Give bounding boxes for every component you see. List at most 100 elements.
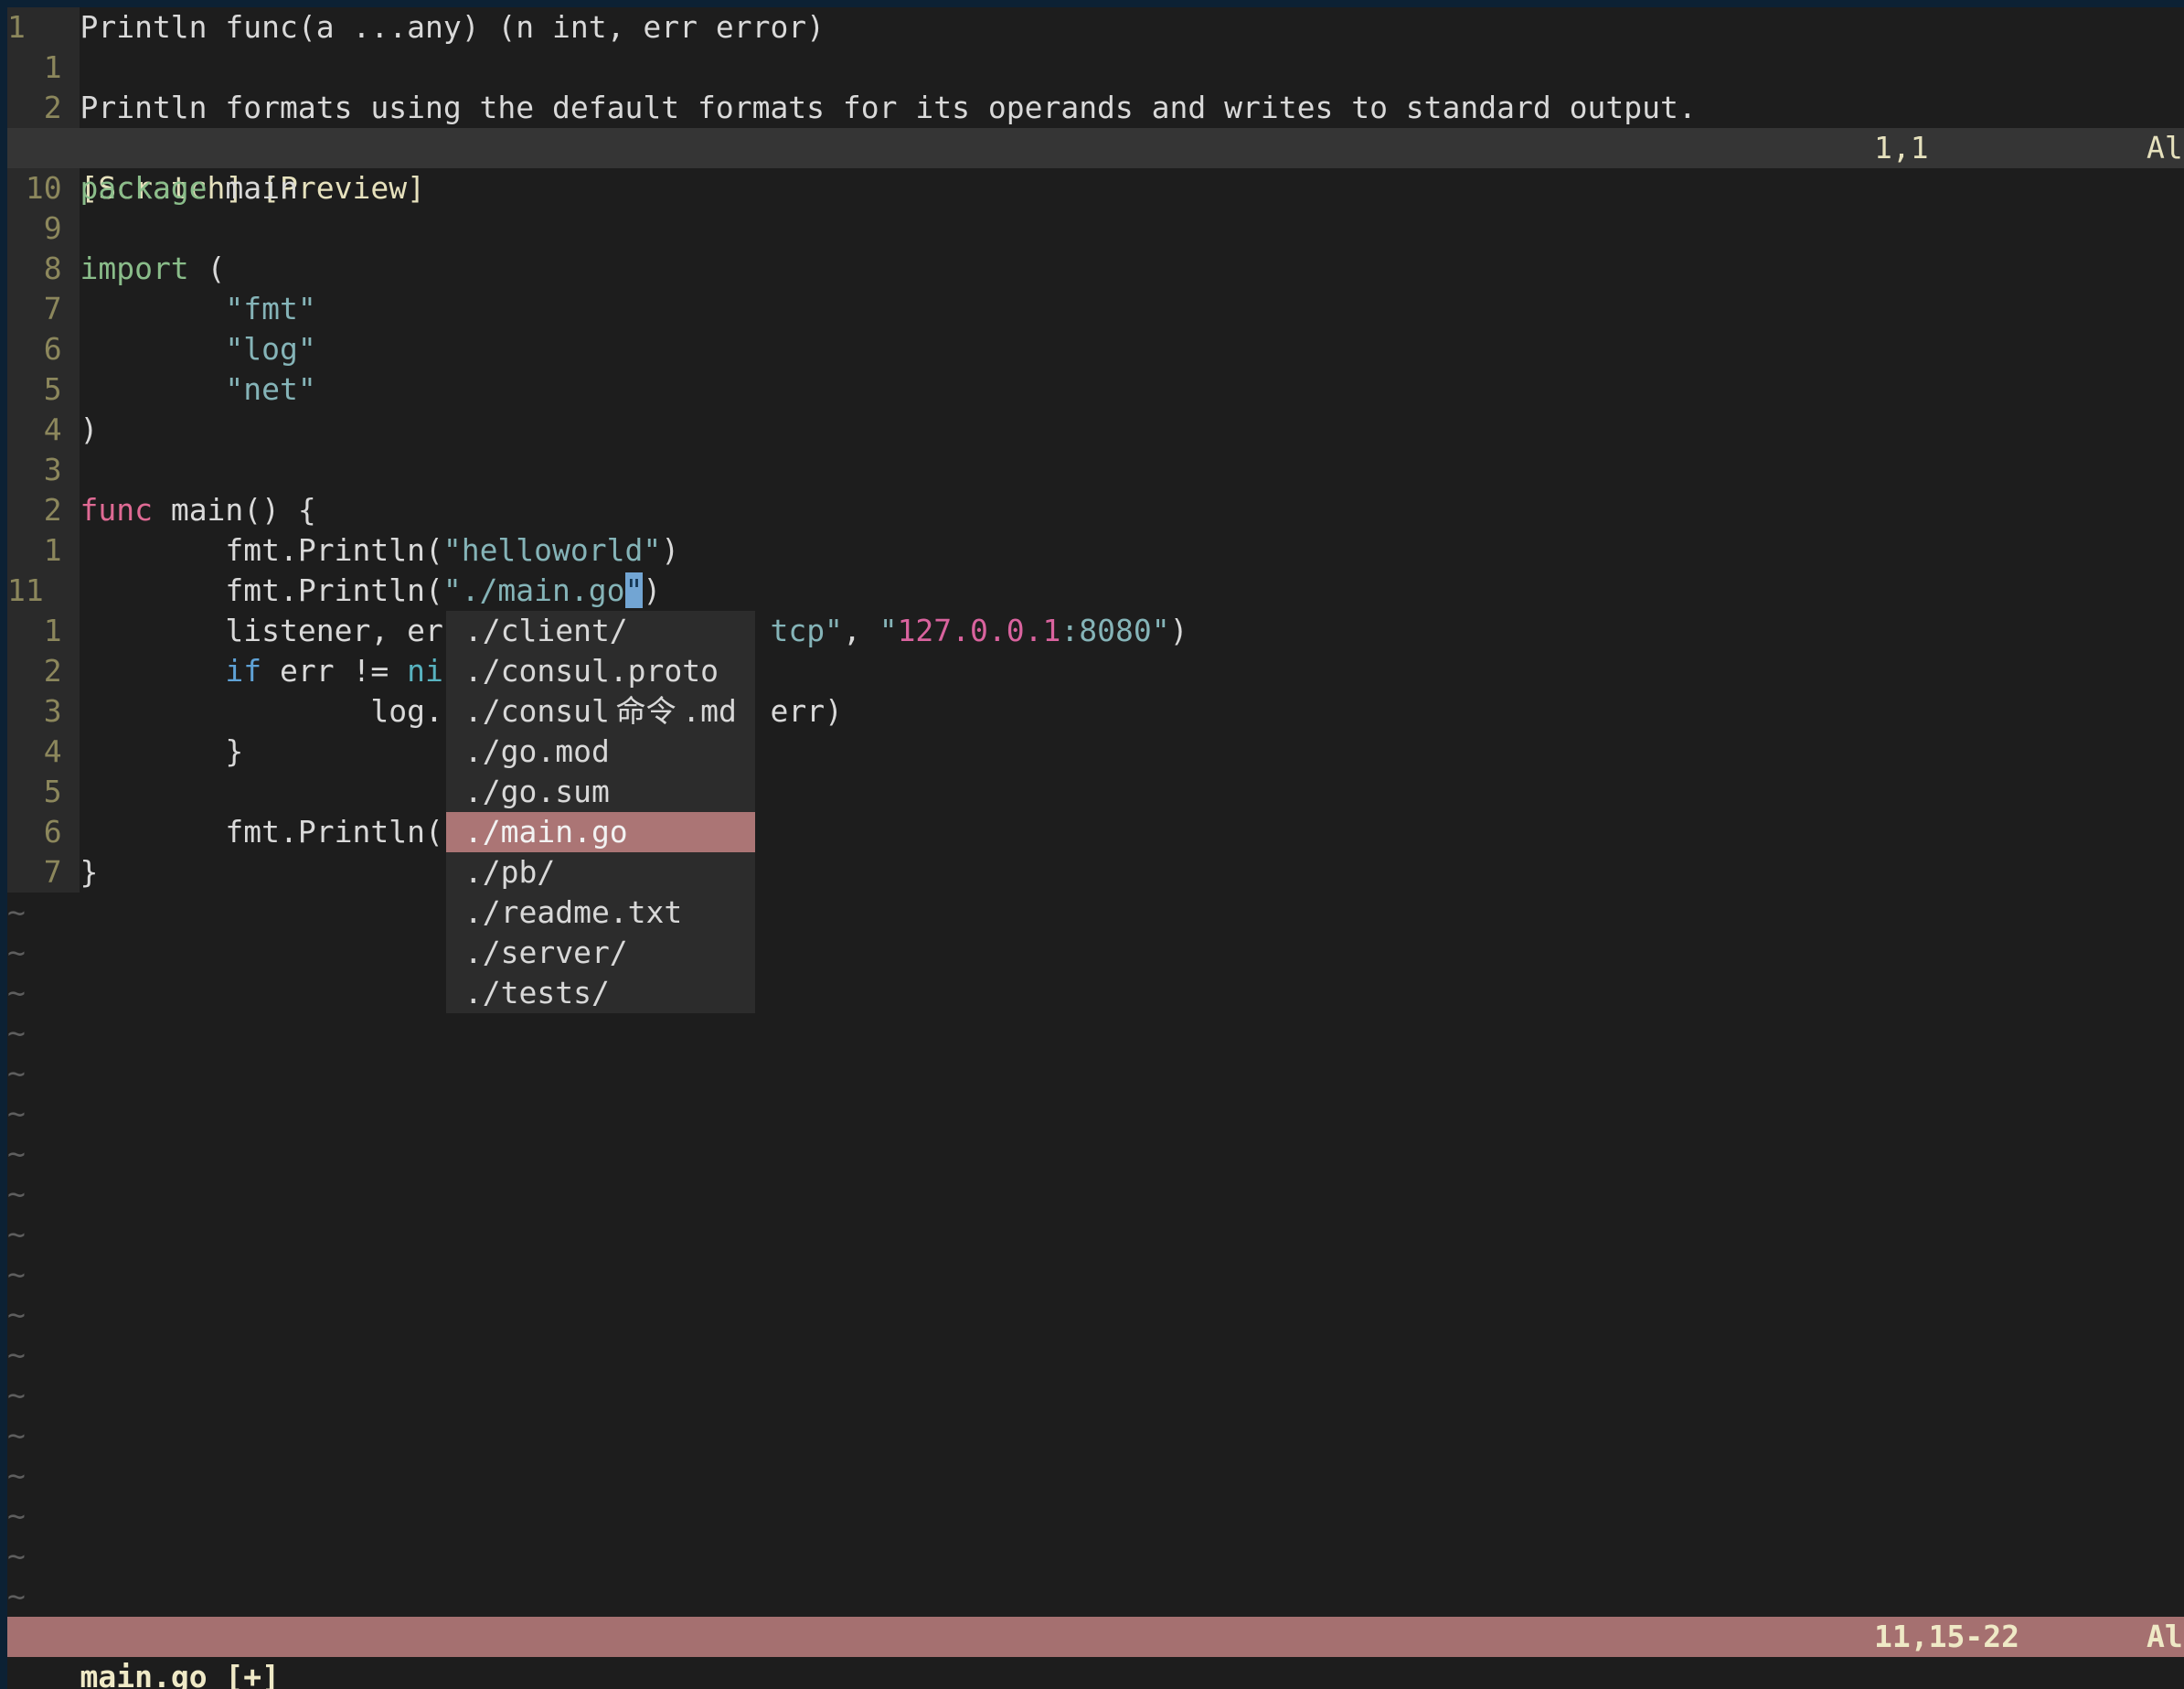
tilde-marker: ~ bbox=[7, 1176, 26, 1212]
code-text: listener, er bbox=[80, 613, 442, 648]
line-number: 4 bbox=[7, 732, 80, 772]
completion-item[interactable]: ./client/ bbox=[446, 611, 755, 651]
buffer-line[interactable]: 1 listener, er tcp", "127.0.0.1:8080") bbox=[7, 611, 2184, 651]
buffer-line[interactable]: 10 package main bbox=[7, 168, 2184, 208]
completion-item[interactable]: ./go.mod bbox=[446, 732, 755, 772]
buffer-line[interactable]: 11 fmt.Println("./main.go") bbox=[7, 571, 2184, 611]
empty-line-tilde: ~ bbox=[7, 1174, 2184, 1214]
code-text: , bbox=[843, 613, 879, 648]
line-number: 3 bbox=[7, 691, 80, 732]
tilde-marker: ~ bbox=[7, 1015, 26, 1051]
empty-line-tilde: ~ bbox=[7, 1577, 2184, 1617]
completion-item[interactable]: ./tests/ bbox=[446, 973, 755, 1013]
code-text: Println formats using the default format… bbox=[80, 90, 1696, 125]
ruler-position: 11,15-22 bbox=[1874, 1617, 2019, 1657]
line-number: 11 bbox=[7, 571, 80, 611]
line-number: 1 bbox=[7, 48, 80, 88]
completion-item[interactable]: ./pb/ bbox=[446, 852, 755, 893]
cursor: " bbox=[625, 572, 644, 608]
buffer-line[interactable]: 9 bbox=[7, 208, 2184, 249]
tilde-marker: ~ bbox=[7, 1417, 26, 1453]
buffer-line[interactable]: 3 bbox=[7, 450, 2184, 490]
empty-line-tilde: ~ bbox=[7, 1134, 2184, 1174]
line-number: 1 bbox=[7, 530, 80, 571]
empty-line-tilde: ~ bbox=[7, 893, 2184, 933]
empty-line-tilde: ~ bbox=[7, 973, 2184, 1013]
empty-line-tilde: ~ bbox=[7, 1335, 2184, 1375]
completion-item[interactable]: ./consul命令.md bbox=[446, 691, 755, 732]
completion-item[interactable]: ./go.sum bbox=[446, 772, 755, 812]
code-text: ni bbox=[407, 653, 443, 689]
ruler-position: 1,1 bbox=[1874, 128, 1929, 168]
tilde-marker: ~ bbox=[7, 1055, 26, 1091]
buffer-line[interactable]: 5 bbox=[7, 772, 2184, 812]
buffer-line[interactable]: 2 func main() { bbox=[7, 490, 2184, 530]
code-text: "fmt" bbox=[80, 291, 315, 326]
buffer-line[interactable]: 4 ) bbox=[7, 410, 2184, 450]
code-text: func bbox=[80, 492, 152, 528]
tilde-marker: ~ bbox=[7, 1377, 26, 1413]
code-text: "log" bbox=[80, 331, 315, 367]
line-number: 8 bbox=[7, 249, 80, 289]
code-text: Println func(a ...any) (n int, err error… bbox=[80, 9, 825, 45]
code-text: main bbox=[208, 170, 298, 206]
code-text: main() { bbox=[153, 492, 316, 528]
code-text: package bbox=[80, 170, 207, 206]
code-text: "net" bbox=[80, 371, 315, 407]
buffer-line[interactable]: 2 Println formats using the default form… bbox=[7, 88, 2184, 128]
buffer-line[interactable]: 4 } bbox=[7, 732, 2184, 772]
code-text: tcp" bbox=[770, 613, 842, 648]
empty-line-tilde: ~ bbox=[7, 933, 2184, 973]
code-text: fmt.Println( bbox=[80, 572, 442, 608]
tilde-marker: ~ bbox=[7, 1256, 26, 1292]
buffer-line[interactable]: 7 "fmt" bbox=[7, 289, 2184, 329]
buffer-line[interactable]: 1 fmt.Println("helloworld") bbox=[7, 530, 2184, 571]
buffer-line[interactable]: 1 Println func(a ...any) (n int, err err… bbox=[7, 7, 2184, 48]
code-text: ) bbox=[643, 572, 661, 608]
buffer-line[interactable]: 2 if err != ni bbox=[7, 651, 2184, 691]
line-number: 5 bbox=[7, 772, 80, 812]
line-number: 5 bbox=[7, 369, 80, 410]
buffer-line[interactable]: 1 bbox=[7, 48, 2184, 88]
tilde-marker: ~ bbox=[7, 1136, 26, 1171]
line-number: 1 bbox=[7, 7, 80, 48]
code-text: "./main.go bbox=[443, 572, 625, 608]
code-text: ( bbox=[189, 251, 226, 286]
empty-line-tilde: ~ bbox=[7, 1536, 2184, 1577]
code-text: :8080" bbox=[1060, 613, 1169, 648]
tilde-marker: ~ bbox=[7, 894, 26, 930]
empty-line-tilde: ~ bbox=[7, 1013, 2184, 1053]
empty-line-tilde: ~ bbox=[7, 1214, 2184, 1255]
line-number: 9 bbox=[7, 208, 80, 249]
buffer-line[interactable]: 6 fmt.Println( bbox=[7, 812, 2184, 852]
tilde-marker: ~ bbox=[7, 1297, 26, 1332]
code-text: } bbox=[80, 854, 98, 890]
statusline-preview-window: [Scratch] [Preview] 1,1 Al bbox=[7, 128, 2184, 168]
code-text: ) bbox=[80, 412, 98, 447]
code-text: if bbox=[225, 653, 261, 689]
line-number: 4 bbox=[7, 410, 80, 450]
buffer-line[interactable]: 3 log. err) bbox=[7, 691, 2184, 732]
empty-line-tilde: ~ bbox=[7, 1094, 2184, 1134]
line-number: 7 bbox=[7, 289, 80, 329]
buffer-line[interactable]: 5 "net" bbox=[7, 369, 2184, 410]
buffer-line[interactable]: 8 import ( bbox=[7, 249, 2184, 289]
line-number: 3 bbox=[7, 450, 80, 490]
completion-item[interactable]: ./server/ bbox=[446, 933, 755, 973]
code-text bbox=[80, 653, 225, 689]
tilde-marker: ~ bbox=[7, 1538, 26, 1574]
statusline-main-window: main.go [+] 11,15-22 Al bbox=[7, 1617, 2184, 1657]
buffer-line[interactable]: 6 "log" bbox=[7, 329, 2184, 369]
completion-item[interactable]: ./readme.txt bbox=[446, 893, 755, 933]
code-text: ) bbox=[1170, 613, 1188, 648]
tilde-marker: ~ bbox=[7, 1498, 26, 1534]
line-number: 6 bbox=[7, 329, 80, 369]
empty-line-tilde: ~ bbox=[7, 1416, 2184, 1456]
completion-item[interactable]: ./consul.proto bbox=[446, 651, 755, 691]
completion-item-selected[interactable]: ./main.go bbox=[446, 812, 755, 852]
cjk-filename-text: 命令 bbox=[610, 691, 682, 732]
tilde-marker: ~ bbox=[7, 1337, 26, 1373]
buffer-line[interactable]: 7 } bbox=[7, 852, 2184, 893]
code-text: err != bbox=[261, 653, 407, 689]
tilde-marker: ~ bbox=[7, 1216, 26, 1252]
